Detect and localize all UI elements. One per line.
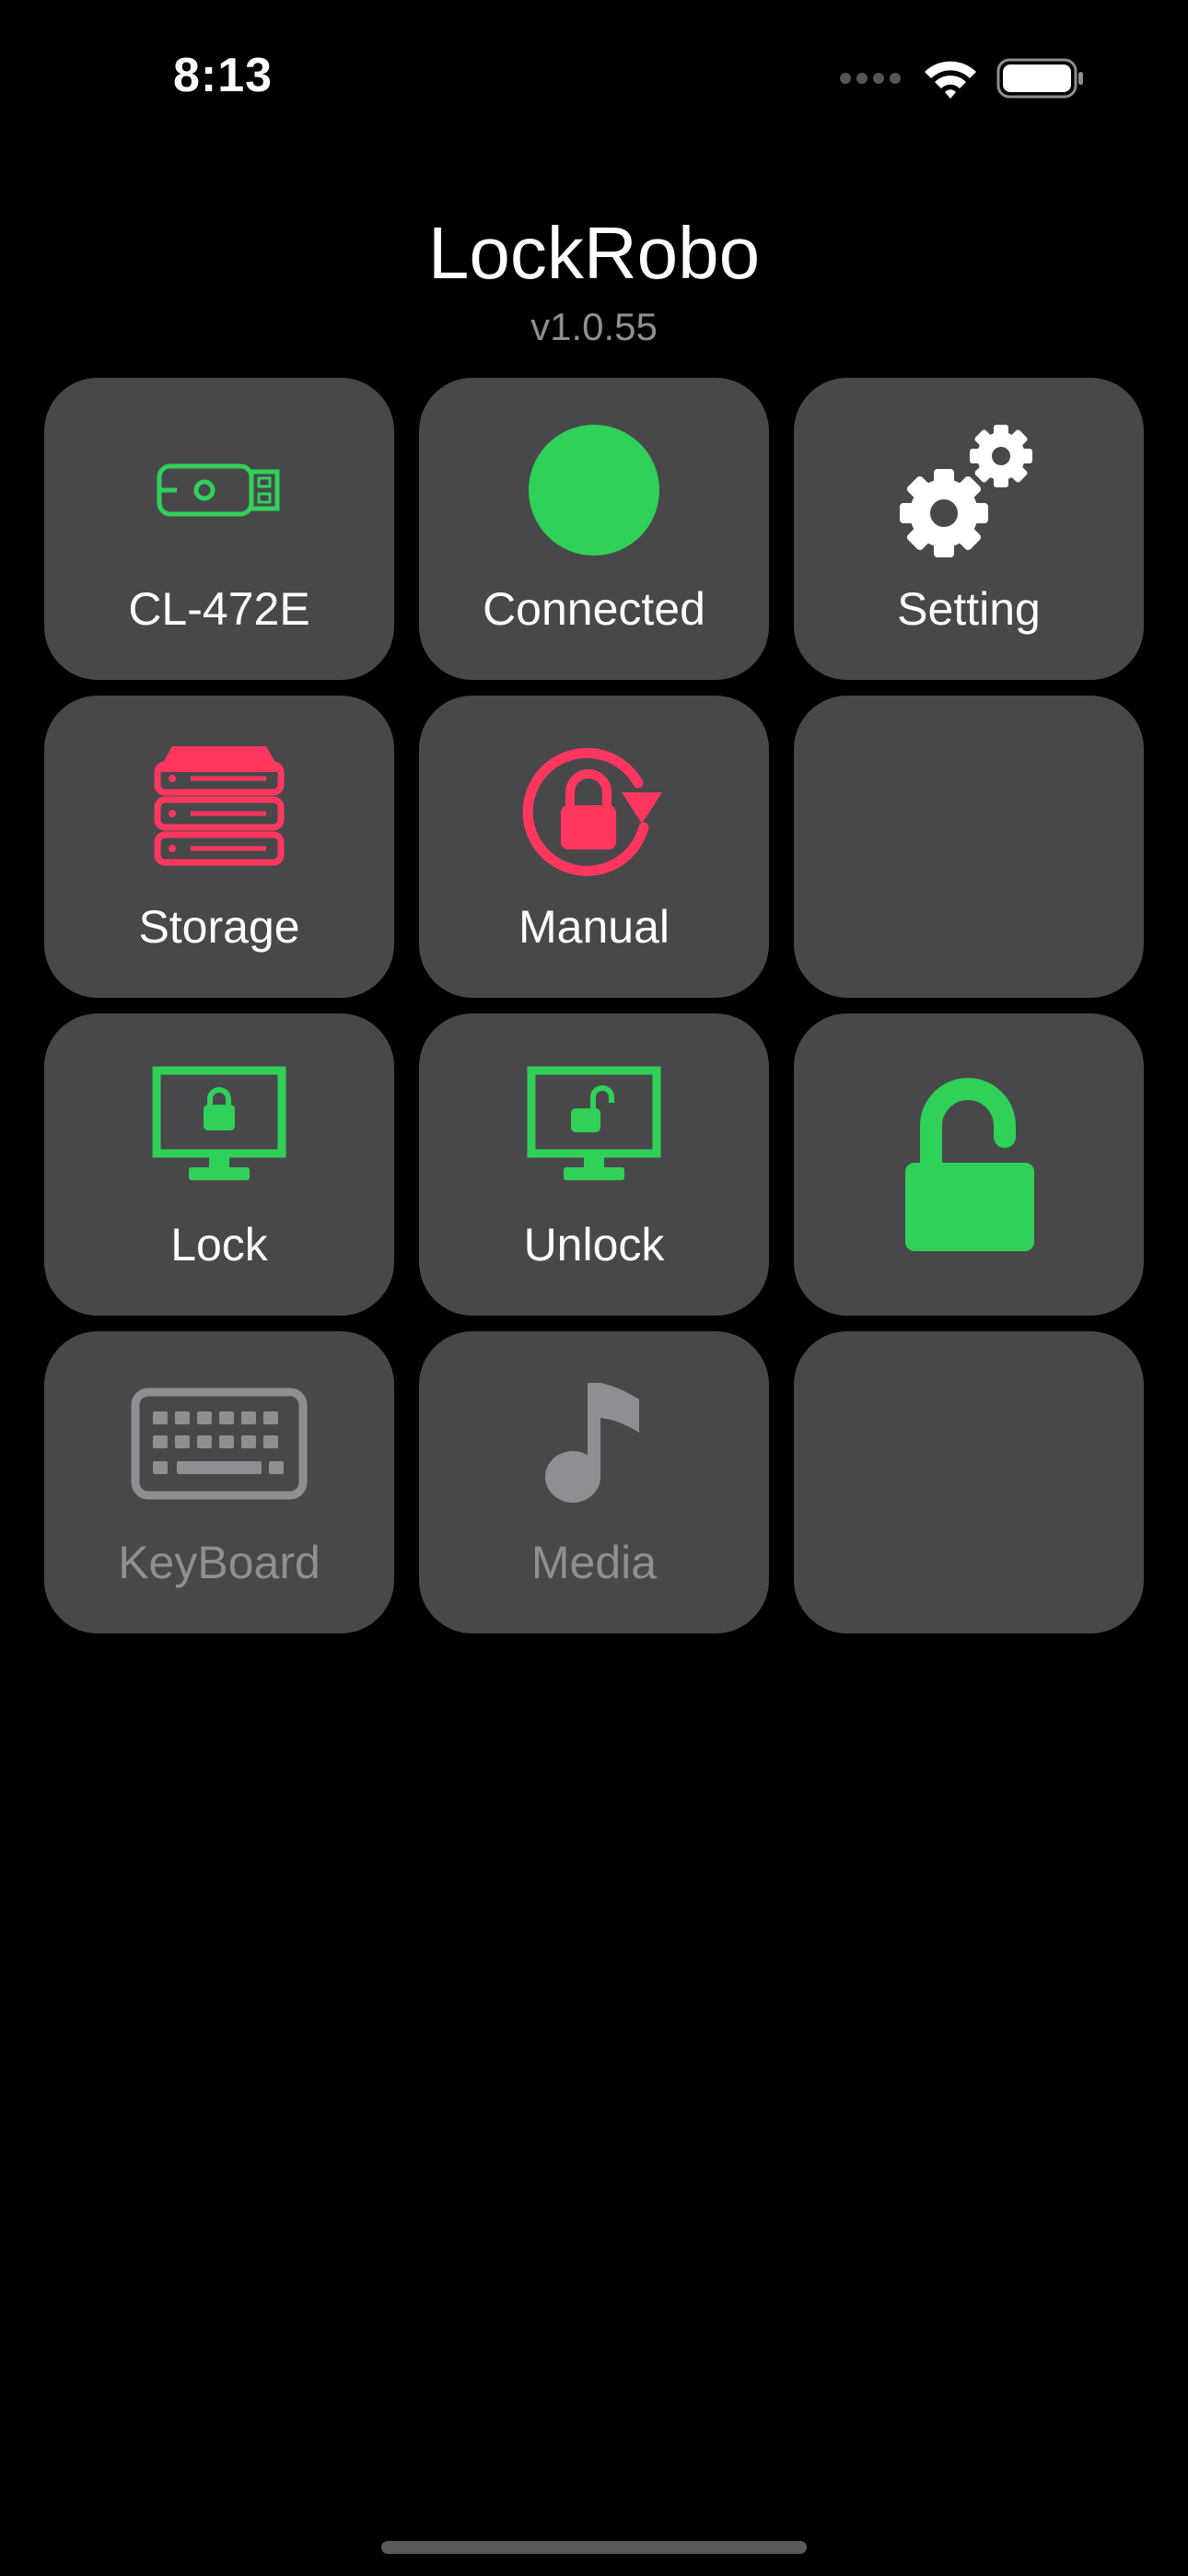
unlock-tile[interactable]: Unlock	[419, 1013, 769, 1316]
unlock-tile-label: Unlock	[523, 1219, 665, 1270]
storage-stack-icon	[44, 734, 394, 882]
monitor-lock-icon	[44, 1052, 394, 1200]
status-time: 8:13	[173, 49, 274, 102]
empty-tile[interactable]	[794, 1331, 1144, 1633]
manual-tile[interactable]: Manual	[419, 696, 769, 998]
keyboard-tile-label: KeyBoard	[118, 1537, 320, 1588]
status-dot-icon	[419, 416, 769, 564]
lock-tile[interactable]: Lock	[44, 1013, 394, 1316]
lock-tile-label: Lock	[170, 1219, 268, 1270]
home-indicator[interactable]	[381, 2541, 807, 2554]
lock-rotate-icon	[419, 734, 769, 882]
app-version: v1.0.55	[530, 305, 658, 348]
storage-tile-label: Storage	[138, 901, 300, 953]
connection-tile[interactable]: Connected	[419, 378, 769, 680]
setting-tile[interactable]: Setting	[794, 378, 1144, 680]
padlock-tile[interactable]	[794, 1013, 1144, 1316]
media-tile-label: Media	[530, 1537, 658, 1588]
monitor-unlock-icon	[419, 1052, 769, 1200]
wifi-icon	[925, 61, 976, 99]
music-note-icon	[419, 1370, 769, 1517]
setting-tile-label: Setting	[897, 583, 1041, 635]
tile-grid: CL-472E Connected Setting Storage Manual…	[44, 378, 1144, 1633]
storage-tile[interactable]: Storage	[44, 696, 394, 998]
empty-tile[interactable]	[794, 696, 1144, 998]
usb-drive-icon	[44, 416, 394, 564]
status-icons	[840, 57, 1085, 100]
device-tile[interactable]: CL-472E	[44, 378, 394, 680]
battery-icon	[996, 58, 1083, 99]
app-header: LockRobo v1.0.55	[0, 207, 1188, 355]
device-tile-label: CL-472E	[128, 583, 310, 635]
keyboard-tile[interactable]: KeyBoard	[44, 1331, 394, 1633]
keyboard-icon	[44, 1370, 394, 1517]
media-tile[interactable]: Media	[419, 1331, 769, 1633]
gears-icon	[794, 416, 1144, 564]
status-bar: 8:13	[0, 0, 1188, 157]
signal-dots-icon	[840, 73, 901, 84]
connection-tile-label: Connected	[483, 583, 705, 635]
manual-tile-label: Manual	[518, 901, 670, 953]
open-padlock-icon	[794, 1013, 1144, 1316]
app-title: LockRobo	[427, 212, 761, 294]
